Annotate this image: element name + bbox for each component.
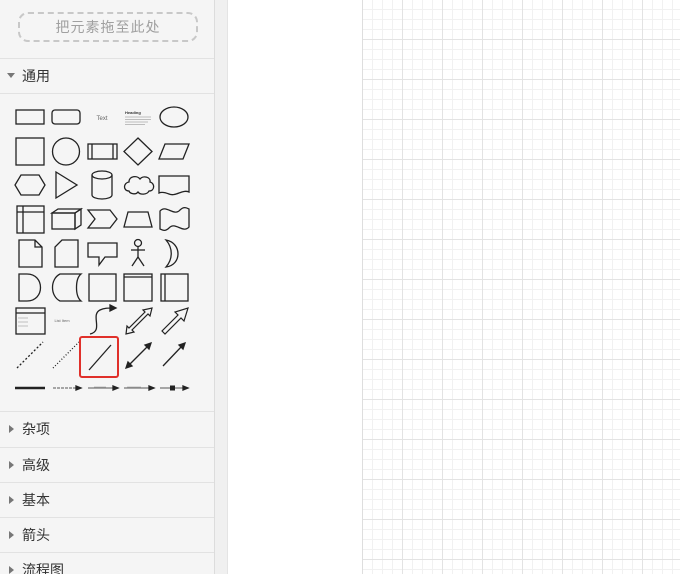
card-shape[interactable] [54, 239, 79, 268]
chevron-right-icon [0, 530, 22, 539]
internal-storage-shape[interactable] [16, 205, 45, 234]
labeled-link-shape[interactable] [88, 385, 120, 391]
list-container-shape[interactable] [160, 273, 189, 302]
section-label: 通用 [22, 67, 50, 84]
chevron-right-icon [0, 565, 22, 574]
chevron-down-icon [0, 73, 22, 78]
selected-shape-highlight [79, 336, 119, 378]
section-arrows-header[interactable]: 箭头 [0, 517, 214, 551]
document-shape[interactable] [158, 175, 190, 196]
section-label: 杂项 [22, 420, 50, 437]
canvas-margin [228, 0, 363, 574]
section-label: 高级 [22, 456, 50, 473]
parallelogram-shape[interactable] [158, 143, 190, 160]
circle-shape[interactable] [51, 137, 81, 166]
bidirectional-arrow-shape[interactable] [125, 307, 153, 335]
directional-connector-shape[interactable] [162, 341, 187, 367]
section-general-header[interactable]: 通用 [0, 58, 214, 92]
sidebar: 把元素拖至此处 通用 Text Heading List Item 杂项 高级 … [0, 0, 215, 574]
diamond-shape[interactable] [123, 137, 153, 166]
chevron-right-icon [0, 460, 22, 469]
trapezoid-shape[interactable] [123, 211, 153, 228]
list-item-shape-label: List Item [54, 318, 70, 323]
step-shape[interactable] [86, 209, 118, 229]
ellipse-shape[interactable] [159, 106, 189, 128]
drawing-canvas[interactable] [363, 0, 680, 574]
delay-shape[interactable] [18, 273, 42, 302]
section-label: 箭头 [22, 526, 50, 543]
cube-shape[interactable] [49, 207, 84, 231]
heading-shape-label: Heading [125, 110, 141, 115]
chevron-right-icon [0, 495, 22, 504]
process-shape[interactable] [87, 143, 118, 160]
cylinder-shape[interactable] [91, 170, 113, 200]
section-advanced-header[interactable]: 高级 [0, 447, 214, 481]
list-shape[interactable] [15, 307, 46, 335]
callout-shape[interactable] [87, 242, 118, 267]
square-container-shape[interactable] [88, 273, 117, 302]
section-misc-header[interactable]: 杂项 [0, 411, 214, 445]
list-item-shape[interactable]: List Item [54, 318, 70, 323]
labeled-connector-shape[interactable] [124, 385, 156, 391]
text-shape-label: Text [96, 116, 107, 122]
section-label: 基本 [22, 491, 50, 508]
data-storage-shape[interactable] [51, 273, 83, 302]
titled-container-shape[interactable] [123, 273, 153, 302]
link-arrow-shape[interactable] [53, 385, 83, 391]
actor-shape[interactable] [131, 238, 145, 267]
arrow-shape[interactable] [161, 307, 189, 335]
text-shape[interactable]: Text [96, 116, 107, 122]
or-shape[interactable] [164, 239, 179, 268]
cloud-shape[interactable] [123, 175, 155, 195]
rounded-rectangle-shape[interactable] [51, 109, 81, 125]
sidebar-splitter[interactable] [215, 0, 228, 574]
dashed-line-shape[interactable] [16, 341, 44, 369]
section-label: 流程图 [22, 561, 64, 574]
section-flowchart-header[interactable]: 流程图 [0, 552, 214, 574]
drop-zone[interactable]: 把元素拖至此处 [18, 12, 198, 42]
chevron-right-icon [0, 424, 22, 433]
section-basic-header[interactable]: 基本 [0, 482, 214, 516]
rectangle-shape[interactable] [15, 109, 45, 125]
dotted-line-shape[interactable] [52, 341, 80, 369]
triangle-shape[interactable] [55, 170, 79, 200]
hexagon-shape[interactable] [14, 174, 46, 196]
connector-with-symbol-shape[interactable] [160, 385, 190, 391]
tape-shape[interactable] [159, 206, 190, 232]
note-shape[interactable] [18, 239, 43, 268]
square-shape[interactable] [15, 137, 45, 166]
textbox-shape[interactable]: Heading [125, 110, 151, 125]
curve-shape[interactable] [89, 303, 118, 335]
bidirectional-connector-shape[interactable] [124, 341, 153, 370]
